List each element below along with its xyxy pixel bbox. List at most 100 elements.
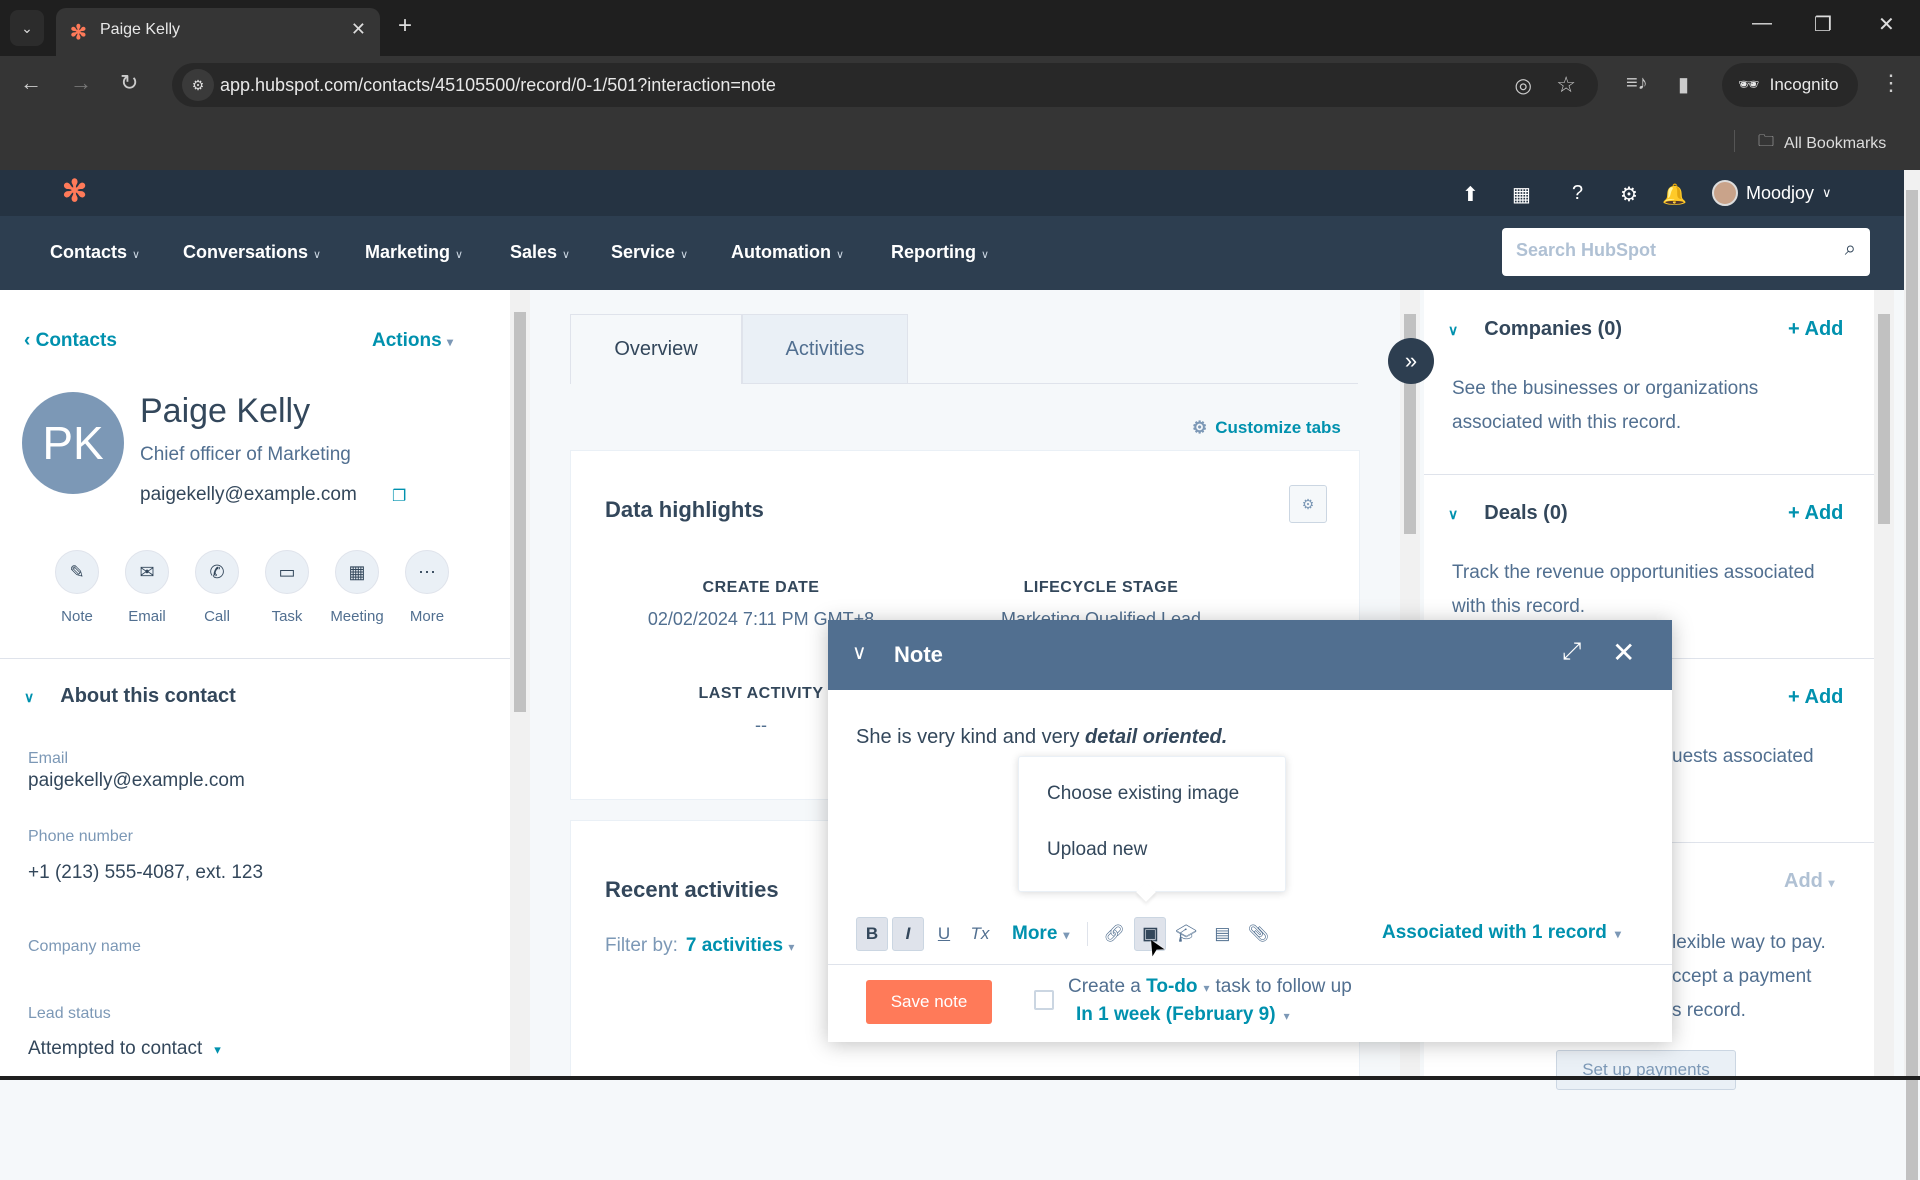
more-formatting-dropdown[interactable]: More ▾ bbox=[1012, 923, 1069, 945]
more-action-button[interactable]: ⋯ More bbox=[392, 550, 462, 625]
underline-button[interactable]: U bbox=[928, 917, 960, 951]
task-action-button[interactable]: ▭ Task bbox=[252, 550, 322, 625]
card-settings-gear-icon[interactable]: ⚙ bbox=[1289, 485, 1327, 523]
customize-tabs-link[interactable]: ⚙ Customize tabs bbox=[1192, 418, 1341, 438]
restore-icon[interactable]: ❐ bbox=[1814, 12, 1832, 37]
help-icon[interactable]: ? bbox=[1572, 182, 1583, 205]
activity-filter[interactable]: Filter by: 7 activities ▾ bbox=[605, 935, 794, 957]
all-bookmarks-label: All Bookmarks bbox=[1784, 134, 1887, 152]
note-body-editor[interactable]: She is very kind and very detail oriente… bbox=[856, 726, 1227, 749]
search-box[interactable]: ⌕ bbox=[1502, 228, 1870, 276]
marketplace-icon[interactable]: ▦ bbox=[1512, 182, 1531, 207]
upgrade-icon[interactable]: ⬆ bbox=[1462, 182, 1479, 207]
incognito-badge[interactable]: 🕶 Incognito bbox=[1722, 63, 1858, 107]
close-window-icon[interactable]: ✕ bbox=[1878, 12, 1895, 37]
expand-icon[interactable]: ⤢ bbox=[1562, 638, 1581, 666]
lead-status-dropdown[interactable]: Attempted to contact ▾ bbox=[28, 1038, 221, 1060]
add-company-button[interactable]: + Add bbox=[1788, 318, 1843, 341]
tab-activities[interactable]: Activities bbox=[742, 314, 908, 384]
back-to-contacts-link[interactable]: ‹ Contacts bbox=[24, 330, 117, 352]
copy-icon[interactable]: ❐ bbox=[392, 486, 406, 506]
nav-service[interactable]: Service ∨ bbox=[611, 242, 688, 263]
divider bbox=[0, 658, 510, 659]
email-action-button[interactable]: ✉ Email bbox=[112, 550, 182, 625]
link-icon[interactable]: 🔗︎ bbox=[1098, 917, 1130, 951]
email-property-value[interactable]: paigekelly@example.com bbox=[28, 770, 245, 792]
task-type-dropdown[interactable]: To-do bbox=[1146, 976, 1197, 997]
nav-marketing[interactable]: Marketing ∨ bbox=[365, 242, 463, 263]
note-editor-modal: ∨ Note ⤢ ✕ She is very kind and very det… bbox=[828, 620, 1672, 1042]
set-up-payments-button[interactable]: Set up payments bbox=[1556, 1050, 1736, 1090]
bookmarks-divider bbox=[1734, 130, 1735, 152]
hubspot-logo-icon[interactable]: ✻ bbox=[62, 174, 87, 209]
bookmarks-bar: 🗀 All Bookmarks bbox=[0, 114, 1920, 170]
upload-new-image-option[interactable]: Upload new bbox=[1047, 839, 1147, 861]
bookmark-star-icon[interactable]: ☆ bbox=[1556, 72, 1576, 98]
clear-formatting-button[interactable]: Tx bbox=[964, 917, 996, 951]
note-icon: ✎ bbox=[55, 550, 99, 594]
forward-icon[interactable]: → bbox=[70, 70, 92, 96]
nav-reporting[interactable]: Reporting ∨ bbox=[891, 242, 989, 263]
bold-button[interactable]: B bbox=[856, 917, 888, 951]
sidebar-scrollbar[interactable] bbox=[1874, 290, 1894, 1080]
note-action-button[interactable]: ✎ Note bbox=[42, 550, 112, 625]
create-date-label: CREATE DATE bbox=[702, 579, 820, 596]
tab-search-button[interactable]: ⌄ bbox=[10, 10, 44, 46]
all-bookmarks-button[interactable]: 🗀 All Bookmarks bbox=[1758, 130, 1886, 157]
italic-button[interactable]: I bbox=[892, 917, 924, 951]
attachment-icon[interactable]: 📎︎ bbox=[1242, 917, 1274, 951]
nav-conversations[interactable]: Conversations ∨ bbox=[183, 242, 321, 263]
lifecycle-stage-label: LIFECYCLE STAGE bbox=[1023, 579, 1179, 596]
site-info-icon[interactable]: ⚙ bbox=[182, 69, 214, 101]
account-menu[interactable]: Moodjoy ∨ bbox=[1712, 180, 1832, 206]
create-task-checkbox[interactable] bbox=[1034, 990, 1054, 1010]
companies-description: See the businesses or organizations asso… bbox=[1452, 378, 1759, 433]
deals-section-toggle[interactable]: ∨ Deals (0) bbox=[1448, 502, 1568, 525]
hubspot-favicon-icon: ✻ bbox=[70, 22, 87, 44]
media-control-icon[interactable]: ≡♪ bbox=[1626, 72, 1648, 95]
browser-menu-icon[interactable]: ⋮ bbox=[1880, 70, 1902, 96]
knowledge-article-icon[interactable]: 🎓︎ bbox=[1170, 917, 1202, 951]
meeting-action-button[interactable]: ▦ Meeting bbox=[322, 550, 392, 625]
due-date-dropdown[interactable]: In 1 week (February 9) ▾ bbox=[1076, 1004, 1290, 1026]
call-action-button[interactable]: ✆ Call bbox=[182, 550, 252, 625]
search-icon[interactable]: ⌕ bbox=[1845, 238, 1856, 261]
browser-tab[interactable]: ✻ Paige Kelly ✕ bbox=[56, 8, 380, 56]
reload-icon[interactable]: ↻ bbox=[120, 70, 138, 96]
add-ticket-button[interactable]: + Add bbox=[1788, 686, 1843, 709]
tab-overview[interactable]: Overview bbox=[570, 314, 742, 384]
add-deal-button[interactable]: + Add bbox=[1788, 502, 1843, 525]
actions-dropdown[interactable]: Actions ▾ bbox=[372, 330, 453, 352]
side-panel-icon[interactable]: ▮ bbox=[1678, 72, 1689, 97]
add-payment-dropdown[interactable]: Add ▾ bbox=[1784, 870, 1834, 893]
new-tab-button[interactable]: + bbox=[398, 12, 412, 40]
nav-contacts[interactable]: Contacts ∨ bbox=[50, 242, 140, 263]
search-input[interactable] bbox=[1516, 240, 1816, 261]
task-icon: ▭ bbox=[265, 550, 309, 594]
phone-property-value[interactable]: +1 (213) 555-4087, ext. 123 bbox=[28, 862, 263, 884]
notifications-bell-icon[interactable]: 🔔 bbox=[1662, 182, 1687, 207]
choose-existing-image-option[interactable]: Choose existing image bbox=[1047, 783, 1239, 805]
eye-off-icon[interactable]: ◎ bbox=[1515, 73, 1532, 98]
nav-automation[interactable]: Automation ∨ bbox=[731, 242, 844, 263]
url-text[interactable]: app.hubspot.com/contacts/45105500/record… bbox=[220, 75, 776, 96]
settings-gear-icon[interactable]: ⚙ bbox=[1620, 182, 1638, 207]
snippet-icon[interactable]: ▤ bbox=[1206, 917, 1238, 951]
minimize-icon[interactable]: — bbox=[1752, 12, 1772, 35]
back-icon[interactable]: ← bbox=[20, 70, 42, 96]
chevron-down-icon: ∨ bbox=[835, 249, 845, 261]
email-icon: ✉ bbox=[125, 550, 169, 594]
nav-sales[interactable]: Sales ∨ bbox=[510, 242, 570, 263]
companies-section-toggle[interactable]: ∨ Companies (0) bbox=[1448, 318, 1622, 341]
close-tab-icon[interactable]: ✕ bbox=[351, 19, 366, 40]
about-section-toggle[interactable]: ∨ About this contact bbox=[24, 685, 236, 708]
chevron-down-icon: ∨ bbox=[455, 249, 464, 261]
address-bar[interactable]: ⚙ app.hubspot.com/contacts/45105500/reco… bbox=[172, 63, 1598, 107]
expand-sidebar-button[interactable]: » bbox=[1388, 338, 1434, 384]
left-panel-scrollbar[interactable] bbox=[510, 290, 530, 1080]
calendar-icon: ▦ bbox=[335, 550, 379, 594]
collapse-chevron-icon[interactable]: ∨ bbox=[852, 640, 867, 665]
close-icon[interactable]: ✕ bbox=[1612, 636, 1635, 669]
associations-dropdown[interactable]: Associated with 1 record ▾ bbox=[1382, 922, 1621, 944]
save-note-button[interactable]: Save note bbox=[866, 980, 992, 1024]
